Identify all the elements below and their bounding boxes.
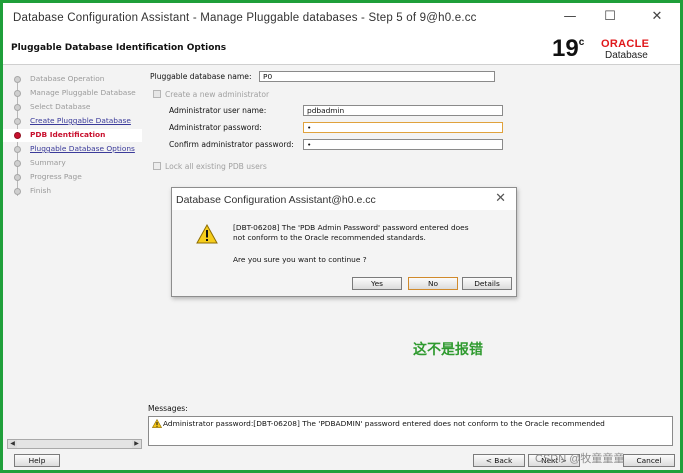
window-title: Database Configuration Assistant - Manag… <box>13 12 477 24</box>
messages-panel: Administrator password:[DBT-06208] The '… <box>148 416 673 446</box>
minimize-icon[interactable]: — <box>560 9 580 25</box>
create-admin-checkbox[interactable] <box>153 90 161 98</box>
nav-step-pdb-identification[interactable]: PDB Identification <box>3 129 142 142</box>
nav-step-progress-page: Progress Page <box>3 171 142 184</box>
warning-icon <box>152 419 162 428</box>
step-dot-icon <box>14 160 21 167</box>
page-title: Pluggable Database Identification Option… <box>11 43 227 53</box>
scroll-left-icon[interactable]: ◀ <box>8 440 17 448</box>
yes-button[interactable]: Yes <box>352 277 402 290</box>
watermark: CSDN @牧童童童 <box>535 453 625 465</box>
app-window: Database Configuration Assistant - Manag… <box>0 0 683 473</box>
cancel-button[interactable]: Cancel <box>623 454 675 467</box>
pdb-name-label: Pluggable database name: <box>150 72 252 81</box>
step-navigation: Database Operation Manage Pluggable Data… <box>3 66 142 449</box>
step-dot-icon <box>14 146 21 153</box>
nav-step-create-pluggable-database[interactable]: Create Pluggable Database <box>3 115 142 128</box>
nav-horizontal-scrollbar[interactable]: ◀ ▶ <box>7 439 142 449</box>
title-bar: Database Configuration Assistant - Manag… <box>3 3 680 33</box>
step-dot-icon <box>14 174 21 181</box>
create-admin-label: Create a new administrator <box>165 90 270 99</box>
nav-step-finish: Finish <box>3 185 142 198</box>
annotation-note: 这不是报错 <box>413 342 483 358</box>
page-header: Pluggable Database Identification Option… <box>3 33 680 65</box>
admin-user-label: Administrator user name: <box>169 106 267 115</box>
nav-step-manage-pluggable-database: Manage Pluggable Database <box>3 87 142 100</box>
dialog-title-bar: Database Configuration Assistant@h0.e.cc… <box>172 188 516 210</box>
nav-step-pluggable-database-options[interactable]: Pluggable Database Options <box>3 143 142 156</box>
lock-users-checkbox[interactable] <box>153 162 161 170</box>
admin-password-label: Administrator password: <box>169 123 262 132</box>
back-button[interactable]: < Back <box>473 454 525 467</box>
dialog-question: Are you sure you want to continue ? <box>233 255 367 264</box>
help-button[interactable]: Help <box>14 454 60 467</box>
scroll-right-icon[interactable]: ▶ <box>132 440 141 448</box>
maximize-icon[interactable]: ☐ <box>600 9 620 25</box>
no-button[interactable]: No <box>408 277 458 290</box>
dialog-title: Database Configuration Assistant@h0.e.cc <box>176 194 376 206</box>
confirm-dialog: Database Configuration Assistant@h0.e.cc… <box>171 187 517 297</box>
oracle-logo-version: 19c <box>552 35 585 62</box>
details-button[interactable]: Details <box>462 277 512 290</box>
step-dot-icon <box>14 118 21 125</box>
current-step-icon <box>14 132 21 139</box>
nav-step-summary: Summary <box>3 157 142 170</box>
warning-icon <box>196 224 218 244</box>
step-dot-icon <box>14 188 21 195</box>
confirm-password-label: Confirm administrator password: <box>169 140 294 149</box>
step-dot-icon <box>14 104 21 111</box>
lock-users-label: Lock all existing PDB users <box>165 162 267 171</box>
dialog-message-line-1: [DBT-06208] The 'PDB Admin Password' pas… <box>233 223 469 232</box>
admin-password-input[interactable]: • <box>303 122 503 133</box>
close-icon[interactable]: ✕ <box>647 9 667 25</box>
admin-user-input[interactable]: pdbadmin <box>303 105 503 116</box>
pdb-name-input[interactable]: P0 <box>259 71 495 82</box>
messages-label: Messages: <box>148 404 188 413</box>
nav-step-select-database: Select Database <box>3 101 142 114</box>
dialog-close-icon[interactable]: ✕ <box>495 191 506 206</box>
step-dot-icon <box>14 76 21 83</box>
oracle-logo-brand: ORACLE <box>601 38 650 50</box>
message-text: Administrator password:[DBT-06208] The '… <box>163 419 605 428</box>
step-dot-icon <box>14 90 21 97</box>
dialog-message-line-2: not conform to the Oracle recommended st… <box>233 233 426 242</box>
nav-step-database-operation: Database Operation <box>3 73 142 86</box>
confirm-password-input[interactable]: • <box>303 139 503 150</box>
oracle-logo-sub: Database <box>605 50 648 61</box>
